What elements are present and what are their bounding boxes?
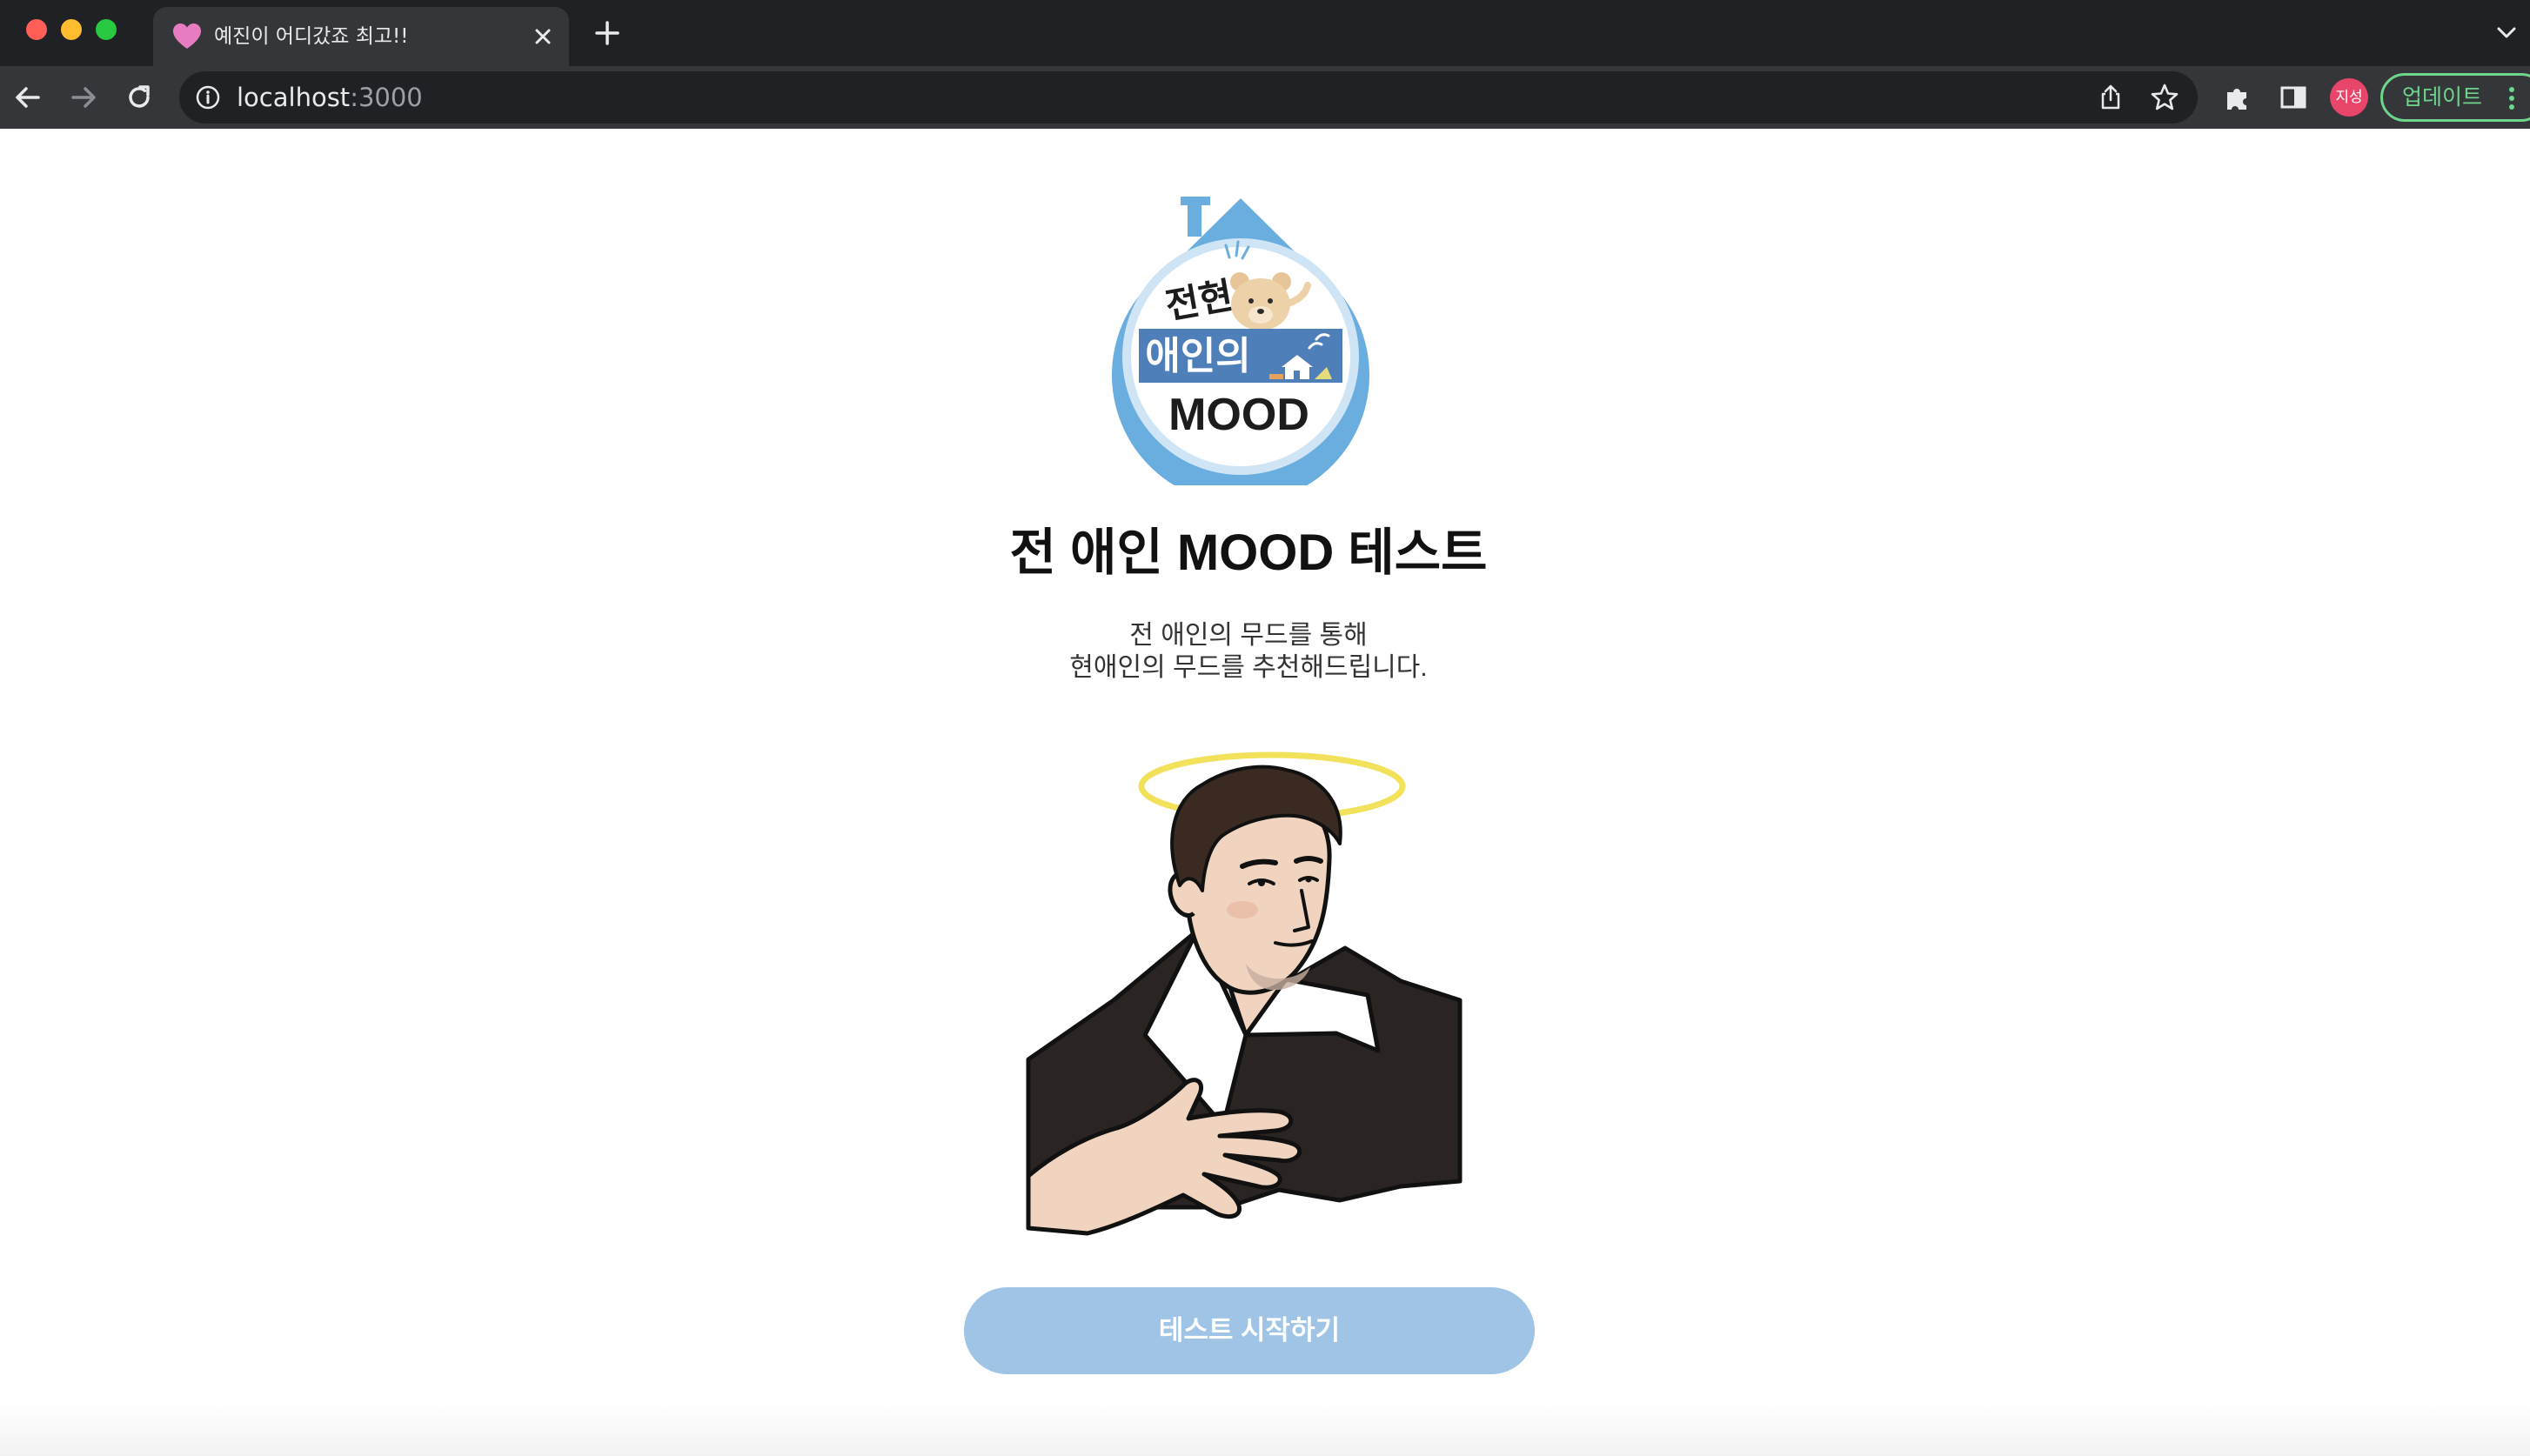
site-info-icon[interactable]	[195, 84, 221, 110]
browser-tab[interactable]: 예진이 어디갔죠 최고!!	[153, 7, 569, 66]
logo-text-line2: 애인의	[1145, 335, 1250, 377]
tab-title: 예진이 어디갔죠 최고!!	[214, 25, 409, 48]
profile-avatar[interactable]: 지성	[2330, 78, 2368, 117]
page-title: 전 애인 MOOD 테스트	[1009, 524, 1488, 581]
close-window-button[interactable]	[26, 19, 47, 40]
url-port: :3000	[350, 83, 423, 112]
minimize-window-button[interactable]	[61, 19, 82, 40]
heart-icon	[173, 23, 201, 49]
forward-arrow-icon	[71, 87, 96, 108]
bookmark-star-icon[interactable]	[2149, 82, 2180, 113]
mood-logo: 전현 애인의 MOOD	[1112, 197, 1369, 485]
new-tab-icon[interactable]	[593, 19, 621, 47]
bottom-fade	[0, 1404, 2530, 1456]
side-panel-icon[interactable]	[2278, 82, 2309, 113]
close-tab-icon[interactable]	[531, 24, 555, 49]
share-icon[interactable]	[2097, 83, 2125, 111]
description-line-1: 전 애인의 무드를 통해	[1129, 621, 1368, 650]
maximize-window-button[interactable]	[96, 19, 117, 40]
extensions-puzzle-icon[interactable]	[2222, 82, 2253, 113]
url-text[interactable]: localhost:3000	[237, 71, 423, 124]
update-label: 업데이트	[2402, 84, 2483, 110]
browser-chrome: 예진이 어디갔죠 최고!! localhost:3000 지성 업데이트	[0, 0, 2530, 129]
back-arrow-icon	[16, 87, 40, 108]
update-button[interactable]: 업데이트	[2380, 73, 2530, 122]
address-bar[interactable]: localhost:3000	[179, 71, 2198, 124]
browser-toolbar: localhost:3000 지성 업데이트	[0, 66, 2530, 129]
more-menu-icon[interactable]	[2508, 86, 2515, 110]
page-content: 전현 애인의 MOOD 전 애인 MOOD 테스트 전 애인의 무드를 통해 현…	[0, 129, 2530, 1456]
start-test-button[interactable]: 테스트 시작하기	[964, 1287, 1535, 1374]
tab-strip: 예진이 어디갔죠 최고!!	[0, 0, 2530, 66]
description-line-2: 현애인의 무드를 추천해드립니다.	[1069, 653, 1428, 682]
back-button[interactable]	[9, 78, 47, 117]
forward-button[interactable]	[64, 78, 103, 117]
logo-text-line3: MOOD	[1168, 390, 1309, 440]
reload-icon	[129, 85, 150, 108]
url-host: localhost	[237, 83, 351, 112]
reload-button[interactable]	[120, 78, 158, 117]
tab-search-chevron-icon[interactable]	[2495, 23, 2518, 42]
